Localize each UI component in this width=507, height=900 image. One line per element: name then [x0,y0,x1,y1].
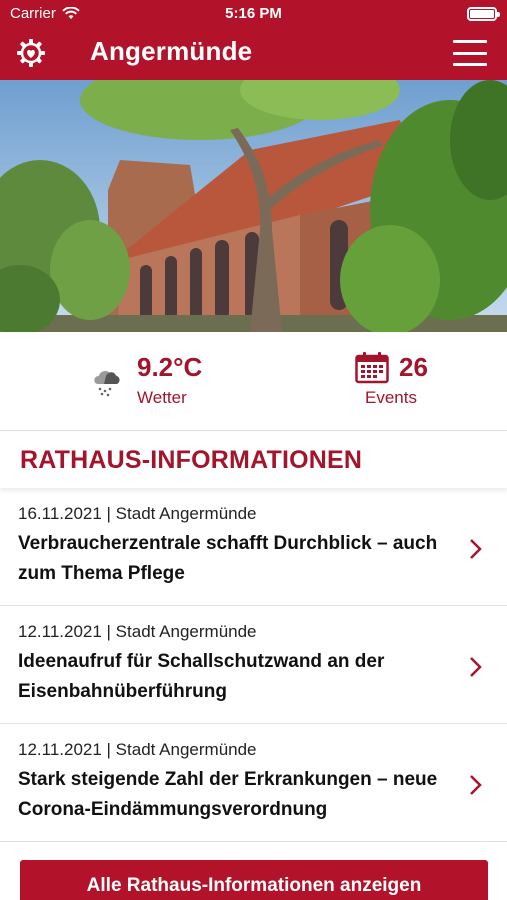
news-item[interactable]: 12.11.2021 | Stadt Angermünde Ideenaufru… [0,606,507,724]
news-title: Ideenaufruf für Schallschutzwand an der … [18,651,385,702]
app-title: Angermünde [90,36,253,66]
news-meta: 12.11.2021 | Stadt Angermünde [18,622,257,641]
weather-label: Wetter [137,388,187,407]
events-stat[interactable]: 26 Events [365,352,428,408]
news-meta: 16.11.2021 | Stadt Angermünde [18,504,257,523]
app-header: Carrier 5:16 PM Angermünde [0,0,507,80]
events-value: 26 [399,352,428,382]
section-title: RATHAUS-INFORMATIONEN [20,446,363,474]
events-label: Events [365,388,417,407]
news-title: Stark steigende Zahl der Erkrankungen – … [18,769,438,820]
chevron-right-icon [470,657,482,677]
section-header: RATHAUS-INFORMATIONEN [0,430,507,488]
cloud-rain-icon [94,370,120,397]
weather-stat[interactable]: 9.2°C Wetter [137,352,202,408]
news-meta: 12.11.2021 | Stadt Angermünde [18,740,257,759]
chevron-right-icon [470,775,482,795]
hero-image [0,80,507,332]
chevron-right-icon [470,539,482,559]
status-bar: Carrier 5:16 PM [0,0,507,28]
news-item[interactable]: 16.11.2021 | Stadt Angermünde Verbrauche… [0,488,507,606]
battery-icon [467,7,500,21]
weather-value: 9.2°C [137,352,203,382]
heart-gear-icon[interactable] [16,38,46,68]
news-title: Verbraucherzentrale schafft Durchblick –… [18,533,438,584]
news-item[interactable]: 12.11.2021 | Stadt Angermünde Stark stei… [0,724,507,842]
hamburger-menu-icon[interactable] [453,40,487,66]
stats-bar: 9.2°C Wetter 26 Events [0,332,507,430]
show-all-button[interactable]: Alle Rathaus-Informationen anzeigen [20,860,488,900]
status-time: 5:16 PM [225,5,282,22]
church-photo [0,80,507,332]
